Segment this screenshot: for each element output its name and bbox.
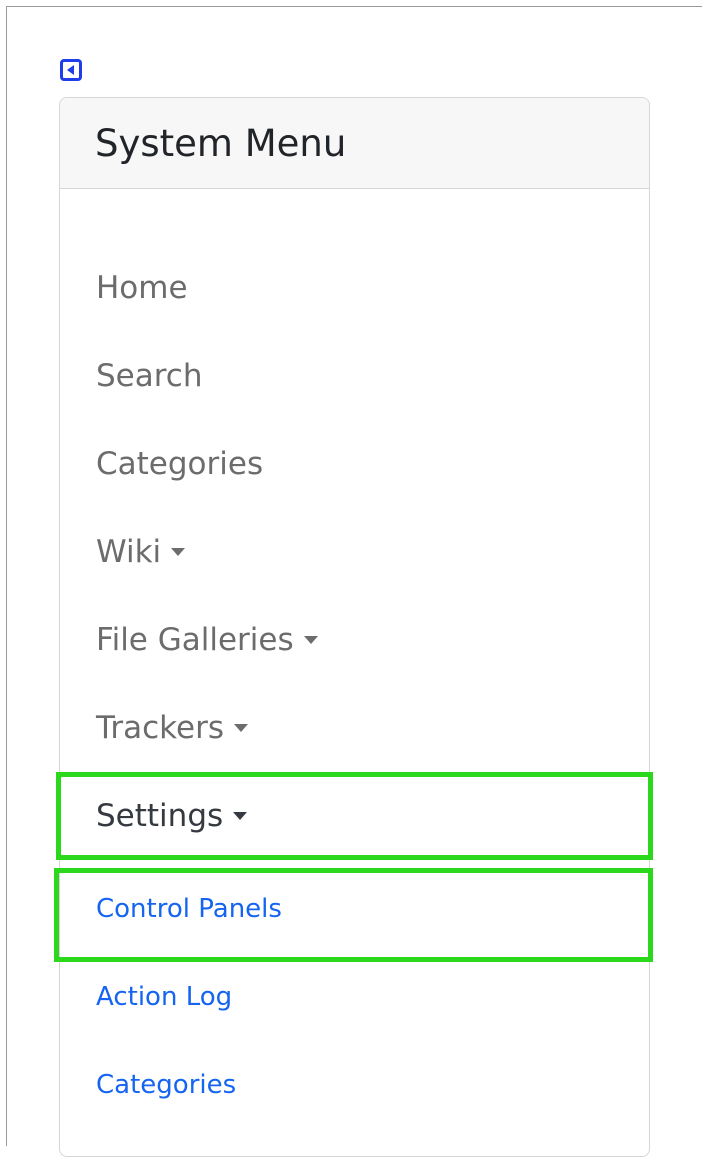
menu-item-label: Trackers [96,710,224,746]
caret-down-icon [233,724,248,732]
submenu-item-label: Control Panels [96,894,282,924]
system-menu-panel: System Menu Home Search Categories Wiki … [59,97,650,1157]
menu-item-trackers[interactable]: Trackers [96,710,248,746]
menu-item-categories[interactable]: Categories [96,446,263,482]
submenu-item-control-panels[interactable]: Control Panels [96,894,282,924]
menu-item-wiki[interactable]: Wiki [96,534,186,570]
menu-item-label: Home [96,270,188,306]
menu-item-file-galleries[interactable]: File Galleries [96,622,318,658]
submenu-item-label: Action Log [96,982,233,1012]
menu-item-label: Categories [96,446,264,482]
caret-down-icon [233,812,248,820]
menu-item-settings[interactable]: Settings [96,798,248,834]
menu-item-home[interactable]: Home [96,270,188,306]
system-menu-title: System Menu [95,121,347,165]
submenu-item-action-log[interactable]: Action Log [96,982,232,1012]
menu-item-label: Wiki [96,534,162,570]
sidebar-toggle-button[interactable] [57,56,85,84]
caret-down-icon [303,636,318,644]
menu-item-label: File Galleries [96,622,294,658]
menu-item-search[interactable]: Search [96,358,203,394]
menu-item-label: Settings [96,798,224,834]
submenu-item-label: Categories [96,1070,237,1100]
submenu-item-categories[interactable]: Categories [96,1070,236,1100]
collapse-left-icon [60,59,82,81]
menu-item-label: Search [96,358,203,394]
system-menu-header: System Menu [60,98,649,189]
caret-down-icon [171,548,186,556]
